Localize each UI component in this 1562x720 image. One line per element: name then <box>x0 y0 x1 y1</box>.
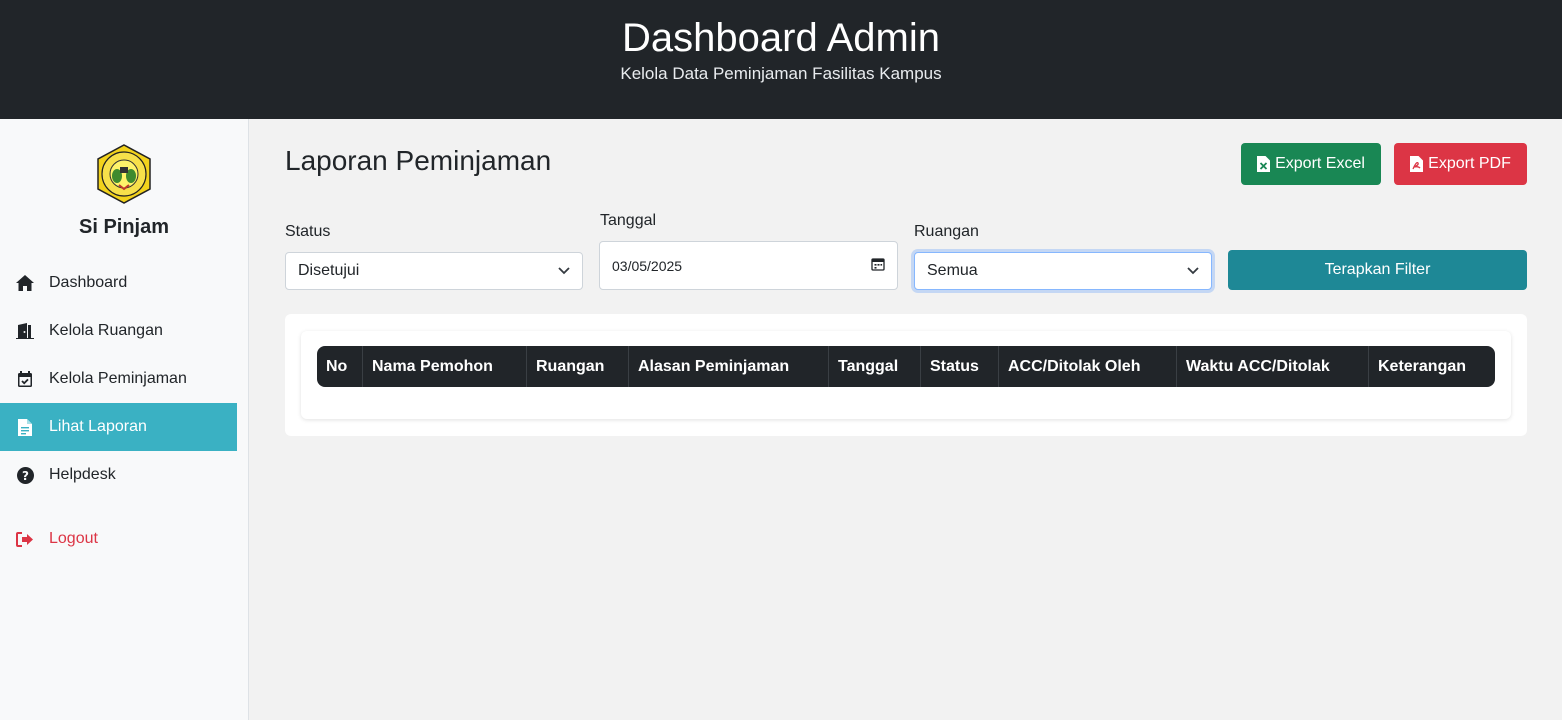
sidebar-item-kelola-ruangan[interactable]: Kelola Ruangan <box>0 307 237 355</box>
column-header-keterangan[interactable]: Keterangan <box>1369 346 1495 387</box>
export-pdf-label: Export PDF <box>1428 155 1511 172</box>
tanggal-label: Tanggal <box>600 212 657 229</box>
logout-label: Logout <box>49 530 98 547</box>
file-pdf-icon <box>1410 156 1424 172</box>
page-header-subtitle: Kelola Data Peminjaman Fasilitas Kampus <box>620 64 942 83</box>
export-pdf-button[interactable]: Export PDF <box>1394 143 1527 185</box>
export-excel-button[interactable]: Export Excel <box>1241 143 1381 185</box>
calendar-icon[interactable] <box>871 257 885 274</box>
page-header-title: Dashboard Admin <box>622 16 940 60</box>
table-container: No Nama Pemohon Ruangan Alasan Peminjama… <box>301 331 1511 419</box>
sidebar-nav: Dashboard Kelola Ruangan Kelola Peminjam… <box>0 259 248 563</box>
sidebar-item-label: Dashboard <box>49 274 128 291</box>
top-header: Dashboard Admin Kelola Data Peminjaman F… <box>0 0 1562 119</box>
column-header-status[interactable]: Status <box>921 346 999 387</box>
sidebar-item-label: Helpdesk <box>49 466 116 483</box>
column-header-no[interactable]: No <box>317 346 363 387</box>
status-select-value: Disetujui <box>298 262 360 279</box>
question-circle-icon: ? <box>15 465 35 485</box>
ruangan-select[interactable]: Semua <box>914 252 1212 290</box>
sidebar: Si Pinjam Dashboard Kelola Ruangan Kelol… <box>0 119 249 720</box>
column-header-alasan-peminjaman[interactable]: Alasan Peminjaman <box>629 346 829 387</box>
university-logo <box>97 144 151 204</box>
calendar-check-icon <box>15 369 35 389</box>
column-header-nama-pemohon[interactable]: Nama Pemohon <box>363 346 527 387</box>
apply-filter-button[interactable]: Terapkan Filter <box>1228 250 1527 290</box>
file-icon <box>15 417 35 437</box>
report-card: No Nama Pemohon Ruangan Alasan Peminjama… <box>285 314 1527 436</box>
sidebar-item-label: Lihat Laporan <box>49 418 147 435</box>
sidebar-item-dashboard[interactable]: Dashboard <box>0 259 237 307</box>
sidebar-item-helpdesk[interactable]: ? Helpdesk <box>0 451 237 499</box>
ruangan-label: Ruangan <box>914 223 979 240</box>
sidebar-item-kelola-peminjaman[interactable]: Kelola Peminjaman <box>0 355 237 403</box>
home-icon <box>15 273 35 293</box>
ruangan-select-value: Semua <box>927 262 978 279</box>
door-icon <box>15 321 35 341</box>
svg-text:?: ? <box>22 469 29 483</box>
tanggal-value: 03/05/2025 <box>612 257 683 274</box>
logout-icon <box>15 529 35 549</box>
brand-name: Si Pinjam <box>78 216 170 238</box>
column-header-ruangan[interactable]: Ruangan <box>527 346 629 387</box>
sidebar-item-lihat-laporan[interactable]: Lihat Laporan <box>0 403 237 451</box>
main-content: Laporan Peminjaman Export Excel Export P… <box>249 119 1562 720</box>
tanggal-date-input[interactable]: 03/05/2025 <box>599 241 898 290</box>
export-excel-label: Export Excel <box>1275 155 1365 172</box>
table-header: No Nama Pemohon Ruangan Alasan Peminjama… <box>317 346 1495 387</box>
file-excel-icon <box>1257 156 1271 172</box>
page-title: Laporan Peminjaman <box>285 145 552 176</box>
status-select[interactable]: Disetujui <box>285 252 583 290</box>
status-label: Status <box>285 223 331 240</box>
sidebar-item-label: Kelola Ruangan <box>49 322 163 339</box>
column-header-waktu-acc-ditolak[interactable]: Waktu ACC/Ditolak <box>1177 346 1369 387</box>
chevron-down-icon <box>1187 262 1199 280</box>
column-header-acc-ditolak-oleh[interactable]: ACC/Ditolak Oleh <box>999 346 1177 387</box>
sidebar-item-logout[interactable]: Logout <box>0 515 237 563</box>
column-header-tanggal[interactable]: Tanggal <box>829 346 921 387</box>
logo-wrap <box>0 143 248 210</box>
chevron-down-icon <box>558 262 570 280</box>
sidebar-item-label: Kelola Peminjaman <box>49 370 187 387</box>
